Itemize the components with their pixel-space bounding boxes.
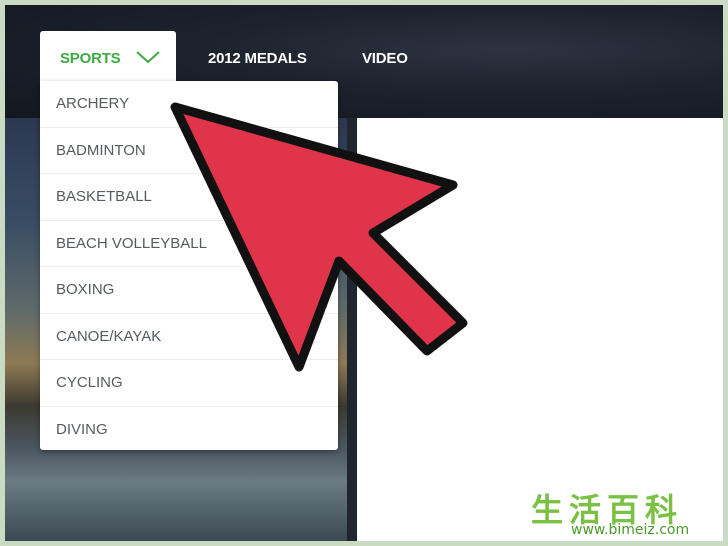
watermark-url: www.bimeiz.com bbox=[571, 522, 690, 538]
browser-viewport: SPORTS 2012 MEDALS VIDEO ARCHERY BADMINT… bbox=[5, 5, 723, 541]
nav-sports-label: SPORTS bbox=[60, 50, 121, 67]
dropdown-item-basketball[interactable]: BASKETBALL bbox=[40, 174, 338, 221]
dropdown-item-diving[interactable]: DIVING bbox=[40, 407, 338, 454]
dropdown-item-badminton[interactable]: BADMINTON bbox=[40, 128, 338, 174]
dropdown-item-cycling[interactable]: CYCLING bbox=[40, 360, 338, 407]
photo-divider bbox=[347, 118, 357, 541]
dropdown-item-beach-volleyball[interactable]: BEACH VOLLEYBALL bbox=[40, 221, 338, 267]
watermark: 生活百科 www.bimeiz.com bbox=[525, 483, 723, 541]
content-panel bbox=[357, 118, 723, 541]
dropdown-item-canoe-kayak[interactable]: CANOE/KAYAK bbox=[40, 314, 338, 360]
dropdown-item-archery[interactable]: ARCHERY bbox=[40, 81, 338, 128]
sports-dropdown-menu: ARCHERY BADMINTON BASKETBALL BEACH VOLLE… bbox=[40, 81, 338, 450]
nav-2012-medals[interactable]: 2012 MEDALS bbox=[208, 50, 307, 67]
chevron-down-icon bbox=[136, 51, 160, 64]
dropdown-item-boxing[interactable]: BOXING bbox=[40, 267, 338, 314]
nav-video[interactable]: VIDEO bbox=[362, 50, 408, 67]
